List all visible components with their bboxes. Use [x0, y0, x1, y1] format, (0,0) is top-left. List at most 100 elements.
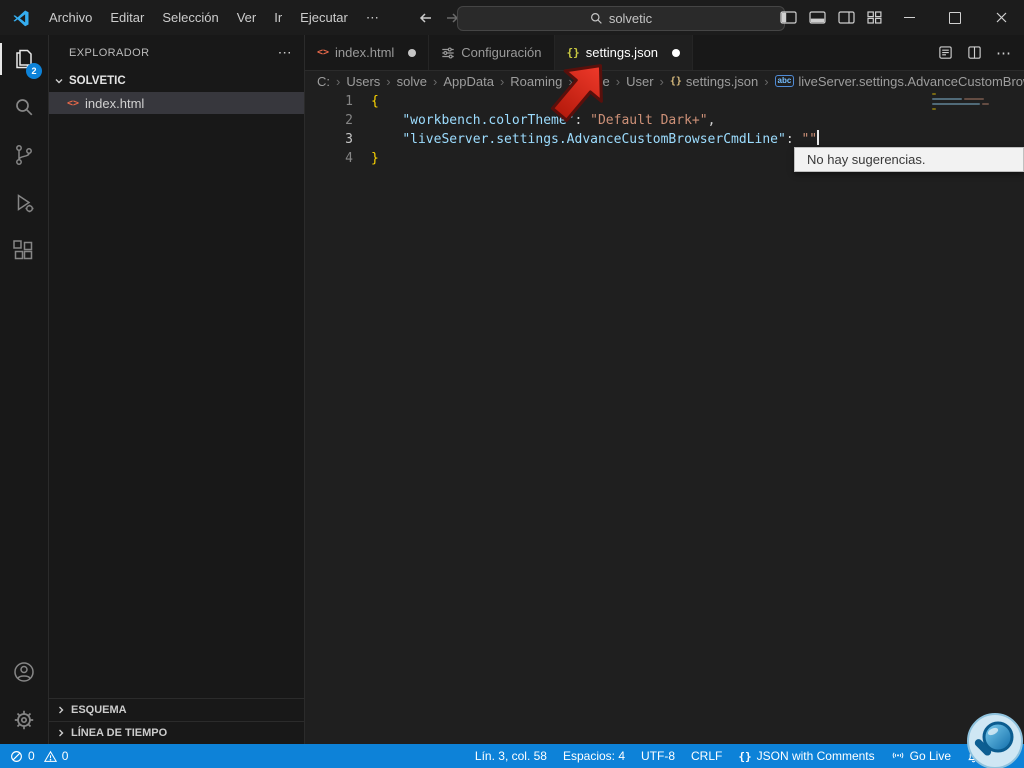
magnifier-overlay-icon — [966, 712, 1024, 768]
customize-layout-icon[interactable] — [867, 11, 882, 24]
code-token: , — [707, 113, 716, 128]
breadcrumb-item[interactable]: Users — [346, 74, 380, 89]
breadcrumb-item[interactable]: AppData — [443, 74, 494, 89]
source-control-activity-button[interactable] — [0, 131, 48, 179]
search-icon — [590, 12, 603, 25]
account-icon — [12, 660, 36, 684]
suggest-message: No hay sugerencias. — [807, 152, 926, 167]
suggest-widget: No hay sugerencias. — [794, 147, 1024, 172]
indentation-setting[interactable]: Espacios: 4 — [563, 749, 625, 763]
extensions-activity-button[interactable] — [0, 227, 48, 275]
breadcrumb-item[interactable]: C: — [317, 74, 330, 89]
extensions-icon — [12, 239, 36, 263]
split-editor-icon[interactable] — [967, 45, 982, 60]
tab-configuracion[interactable]: Configuración — [429, 35, 555, 70]
breadcrumb-separator: › — [386, 73, 391, 89]
menu-seleccion[interactable]: Selección — [153, 0, 227, 35]
chevron-down-icon — [53, 75, 65, 87]
menu-archivo[interactable]: Archivo — [40, 0, 101, 35]
html-file-icon: <> — [317, 47, 330, 58]
back-arrow-icon[interactable] — [418, 10, 434, 26]
minimize-button[interactable] — [886, 0, 932, 35]
breadcrumb-item[interactable]: User — [626, 74, 653, 89]
line-number: 2 — [345, 113, 353, 128]
tab-index-html[interactable]: <> index.html — [305, 35, 430, 70]
file-label: index.html — [85, 95, 145, 111]
line-number: 1 — [345, 94, 353, 109]
vscode-window: Archivo Editar Selección Ver Ir Ejecutar… — [0, 0, 1024, 768]
toggle-secondary-sidebar-icon[interactable] — [838, 11, 855, 24]
breadcrumb: C: › Users › solve › AppData › Roaming ›… — [305, 70, 1024, 92]
modified-dot[interactable] — [408, 48, 417, 57]
minimap[interactable] — [932, 93, 1014, 113]
menu-more[interactable]: ⋯ — [357, 0, 388, 35]
account-button[interactable] — [0, 648, 48, 696]
warning-count: 0 — [61, 749, 69, 763]
chevron-right-icon — [55, 704, 67, 716]
file-index-html[interactable]: <> index.html — [49, 92, 304, 114]
menu-ejecutar[interactable]: Ejecutar — [291, 0, 357, 35]
toggle-panel-icon[interactable] — [809, 11, 826, 24]
code-token: "" — [801, 132, 818, 147]
editor-group: <> index.html Configuración {} settings.… — [305, 35, 1024, 744]
breadcrumb-item[interactable]: solve — [397, 74, 427, 89]
search-value: solvetic — [608, 11, 653, 26]
code-token: "liveServer.settings.AdvanceCustomBrowse… — [402, 132, 786, 147]
toggle-sidebar-icon[interactable] — [780, 11, 797, 24]
folder-solvetic[interactable]: SOLVETIC — [49, 70, 304, 92]
breadcrumb-separator: › — [499, 73, 505, 89]
status-bar: 0 0 Lín. 3, col. 58 Espacios: 4 UTF-8 CR… — [0, 744, 1024, 768]
warning-icon — [43, 750, 57, 763]
line-number: 3 — [345, 132, 353, 147]
layout-controls — [780, 0, 882, 35]
language-mode[interactable]: {} JSON with Comments — [738, 749, 874, 763]
red-arrow-annotation-icon — [540, 50, 620, 130]
problems-indicator[interactable]: 0 0 — [10, 749, 68, 763]
breadcrumb-label: liveServer.settings.AdvanceCustomBrows — [798, 73, 1024, 89]
search-input[interactable]: solvetic — [457, 6, 785, 31]
explorer-more-actions[interactable]: ⋯ — [278, 44, 292, 61]
explorer-sidebar: EXPLORADOR ⋯ SOLVETIC <> index.html ESQU… — [49, 35, 305, 744]
maximize-button[interactable] — [932, 0, 978, 35]
go-live-button[interactable]: Go Live — [891, 749, 951, 763]
code-line[interactable]: 2 "workbench.colorTheme": "Default Dark+… — [305, 111, 1024, 130]
html-file-icon: <> — [67, 97, 80, 109]
breadcrumb-item-symbol[interactable]: abc liveServer.settings.AdvanceCustomBro… — [774, 73, 1024, 89]
explorer-activity-button[interactable]: 2 — [0, 35, 48, 83]
close-button[interactable] — [978, 0, 1024, 35]
line-number: 4 — [345, 151, 353, 166]
more-actions-icon[interactable]: ⋯ — [996, 44, 1012, 62]
open-settings-ui-icon[interactable] — [938, 45, 953, 60]
eol-setting[interactable]: CRLF — [691, 749, 722, 763]
search-activity-button[interactable] — [0, 83, 48, 131]
activity-bar: 2 — [0, 35, 49, 744]
breadcrumb-separator: › — [764, 73, 769, 89]
explorer-badge: 2 — [26, 63, 42, 79]
go-live-label: Go Live — [909, 749, 951, 763]
menu-editar[interactable]: Editar — [101, 0, 153, 35]
tab-label: Configuración — [461, 45, 542, 60]
menu-ver[interactable]: Ver — [228, 0, 266, 35]
breadcrumb-item-settings-json[interactable]: {} settings.json — [670, 74, 758, 89]
gear-icon — [12, 708, 36, 732]
settings-gear-button[interactable] — [0, 696, 48, 744]
run-debug-activity-button[interactable] — [0, 179, 48, 227]
language-label: JSON with Comments — [756, 749, 875, 763]
braces-icon: {} — [738, 749, 752, 763]
tab-label: index.html — [335, 45, 395, 60]
cursor-position[interactable]: Lín. 3, col. 58 — [475, 749, 547, 763]
timeline-section[interactable]: LÍNEA DE TIEMPO — [49, 721, 304, 744]
code-line[interactable]: 1 { — [305, 92, 1024, 111]
tab-bar: <> index.html Configuración {} settings.… — [305, 35, 1024, 71]
outline-section[interactable]: ESQUEMA — [49, 698, 304, 721]
vscode-logo-icon — [12, 9, 30, 27]
menu-bar: Archivo Editar Selección Ver Ir Ejecutar… — [40, 0, 388, 35]
modified-dot[interactable] — [672, 48, 681, 57]
menu-ir[interactable]: Ir — [265, 0, 291, 35]
explorer-title: EXPLORADOR — [69, 46, 150, 59]
code-token: : — [785, 132, 802, 147]
code-editor[interactable]: 1 { 2 "workbench.colorTheme": "Default D… — [305, 92, 1024, 744]
encoding-setting[interactable]: UTF-8 — [641, 749, 675, 763]
breadcrumb-separator: › — [336, 73, 341, 89]
